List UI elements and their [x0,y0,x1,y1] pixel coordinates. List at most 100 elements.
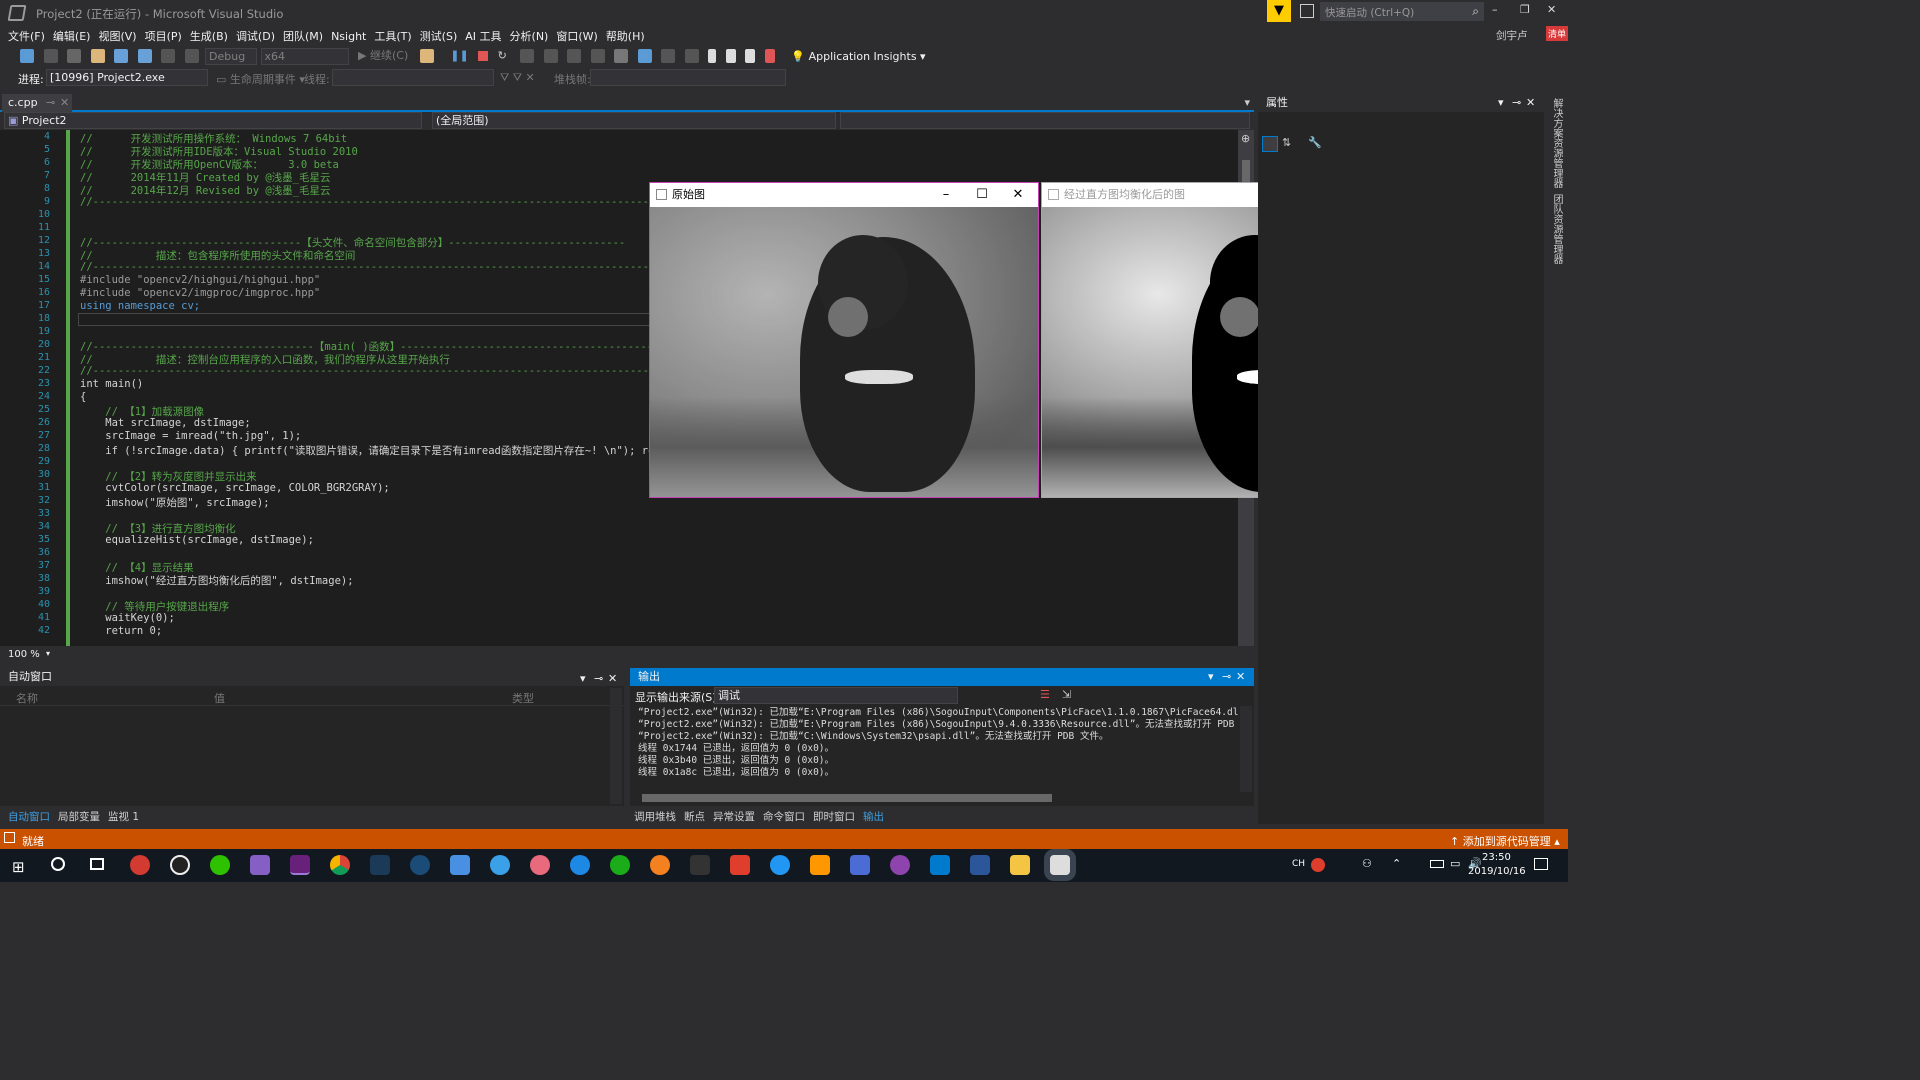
process-select[interactable]: [10996] Project2.exe [46,69,208,86]
code-line[interactable]: //--------------------------------------… [80,261,700,273]
code-line[interactable]: using namespace cv; [80,300,200,312]
menu-item[interactable]: Nsight [331,30,366,43]
bottom-tab[interactable]: 自动窗口 [8,811,50,823]
pin-icon[interactable]: ⊸ [1222,668,1231,686]
browser-icon[interactable] [570,855,590,875]
pin-icon[interactable]: ⊸ [46,94,55,112]
word-wrap-icon[interactable]: ⇲ [1062,688,1071,701]
redo-icon[interactable] [184,49,199,63]
menu-item[interactable]: 生成(B) [190,30,228,43]
menu-item[interactable]: 窗口(W) [556,30,597,43]
steam-icon[interactable] [410,855,430,875]
team-explorer-tab[interactable]: 团队资源管理器 [1549,194,1564,264]
chrome-icon[interactable] [330,855,350,875]
visual-studio-icon[interactable] [250,855,270,875]
bottom-tab[interactable]: 监视 1 [108,811,139,823]
object-select[interactable] [1260,114,1542,131]
close-button[interactable]: ✕ [1547,3,1556,16]
project-select[interactable]: ▣ Project2 [4,112,422,129]
opencv-window-icon[interactable] [1050,855,1070,875]
file-explorer-icon[interactable] [1010,855,1030,875]
code-line[interactable]: //--------------------------------------… [80,196,700,208]
panel-menu-icon[interactable]: ▾ [1498,94,1504,112]
clock-date[interactable]: 2019/10/16 [1468,866,1526,877]
menu-item[interactable]: 团队(M) [283,30,323,43]
vscode-icon[interactable] [930,855,950,875]
zoom-select[interactable]: 100 % [8,649,40,660]
bookmark-clear-icon[interactable] [764,49,775,63]
bottom-tab[interactable]: 命令窗口 [763,811,805,823]
hex-icon[interactable] [614,49,629,63]
red-app-icon[interactable] [730,855,750,875]
property-pages-icon[interactable]: 🔧 [1308,136,1322,149]
bottom-tab[interactable]: 调用堆栈 [634,811,676,823]
code-line[interactable]: imshow("原始图", srcImage); [80,495,269,510]
menu-item[interactable]: 项目(P) [145,30,182,43]
bottom-tab[interactable]: 局部变量 [58,811,100,823]
filter-thread-icon[interactable]: ⛛ ⛛ ✕ [500,71,535,85]
menu-item[interactable]: 工具(T) [374,30,411,43]
network-icon[interactable]: ▭ [1450,857,1460,870]
save-all-icon[interactable] [137,49,152,63]
start-icon[interactable]: ⊞ [12,858,25,876]
bottom-tab[interactable]: 断点 [684,811,705,823]
tray-expand-icon[interactable]: ⌃ [1392,857,1401,870]
close-panel-icon[interactable]: ✕ [1526,94,1535,112]
alphabetical-icon[interactable]: ⇅ [1282,136,1291,149]
task-view-icon[interactable] [90,858,104,870]
menu-item[interactable]: 分析(N) [510,30,549,43]
battery-icon[interactable] [1430,860,1444,868]
panel-menu-icon[interactable]: ▾ [1208,668,1214,686]
scroll-thumb[interactable] [1242,160,1250,182]
close-button[interactable]: ✕ [1000,183,1036,207]
code-line[interactable]: waitKey(0); [80,612,175,624]
code-line[interactable]: #include "opencv2/highgui/highgui.hpp" [80,274,320,286]
output-hscroll[interactable] [642,794,1052,802]
step-out-icon[interactable] [590,49,605,63]
comment-icon[interactable] [661,49,676,63]
menu-item[interactable]: 帮助(H) [606,30,645,43]
output-scrollbar[interactable] [1240,706,1252,792]
close-panel-icon[interactable]: ✕ [1236,668,1245,686]
lifecycle-events-button[interactable]: ▭ 生命周期事件 ▾ [216,71,305,87]
output-text[interactable]: “Project2.exe”(Win32): 已加载“E:\Program Fi… [638,707,1238,789]
original-image-window[interactable]: 原始图 – ☐ ✕ [649,182,1039,498]
sogou-icon[interactable] [1311,858,1325,872]
col-value[interactable]: 值 [214,690,225,706]
qq-browser-icon[interactable] [770,855,790,875]
autos-title-bar[interactable]: 自动窗口 ▾ ⊸ ✕ [0,668,624,686]
code-line[interactable]: int main() [80,378,143,390]
netease-music-icon[interactable] [130,855,150,875]
back-icon[interactable] [20,49,34,63]
continue-button[interactable]: ▶ 继续(C) [358,49,408,62]
pause-icon[interactable]: ❚❚ [450,49,468,62]
col-name[interactable]: 名称 [16,690,38,706]
horizontal-scrollbar[interactable] [60,650,1230,658]
menu-item[interactable]: 测试(S) [420,30,458,43]
bottom-tab[interactable]: 输出 [863,811,884,823]
game-icon[interactable] [530,855,550,875]
properties-title-bar[interactable]: 属性 ▾ ⊸ ✕ [1258,94,1544,112]
code-line[interactable]: srcImage = imread("th.jpg", 1); [80,430,301,442]
scope-select[interactable]: (全局范围) [432,112,836,129]
uncomment-icon[interactable] [684,49,699,63]
process-icon[interactable] [419,49,434,63]
stack-frame-select[interactable] [590,69,786,86]
green-app-icon[interactable] [610,855,630,875]
solution-explorer-tab[interactable]: 解决方案资源管理器 [1549,98,1564,188]
bookmark-prev-icon[interactable] [725,49,736,63]
menu-item[interactable]: 调试(D) [236,30,275,43]
code-line[interactable]: { [80,391,86,403]
window-titlebar[interactable]: 原始图 – ☐ ✕ [650,183,1038,207]
categorized-icon[interactable] [1262,136,1278,152]
code-line[interactable]: #include "opencv2/imgproc/imgproc.hpp" [80,287,320,299]
ime-indicator[interactable]: CH [1292,859,1305,869]
qq-icon[interactable] [170,855,190,875]
source-select[interactable]: 调试 [714,687,958,704]
minimize-button[interactable]: – [928,183,964,207]
epic-games-icon[interactable] [690,855,710,875]
source-control-button[interactable]: ↑ 添加到源代码管理 ▴ [1450,833,1560,849]
visual-studio-2-icon[interactable] [290,855,310,875]
new-project-icon[interactable] [67,49,81,63]
bottom-tab[interactable]: 异常设置 [713,811,755,823]
